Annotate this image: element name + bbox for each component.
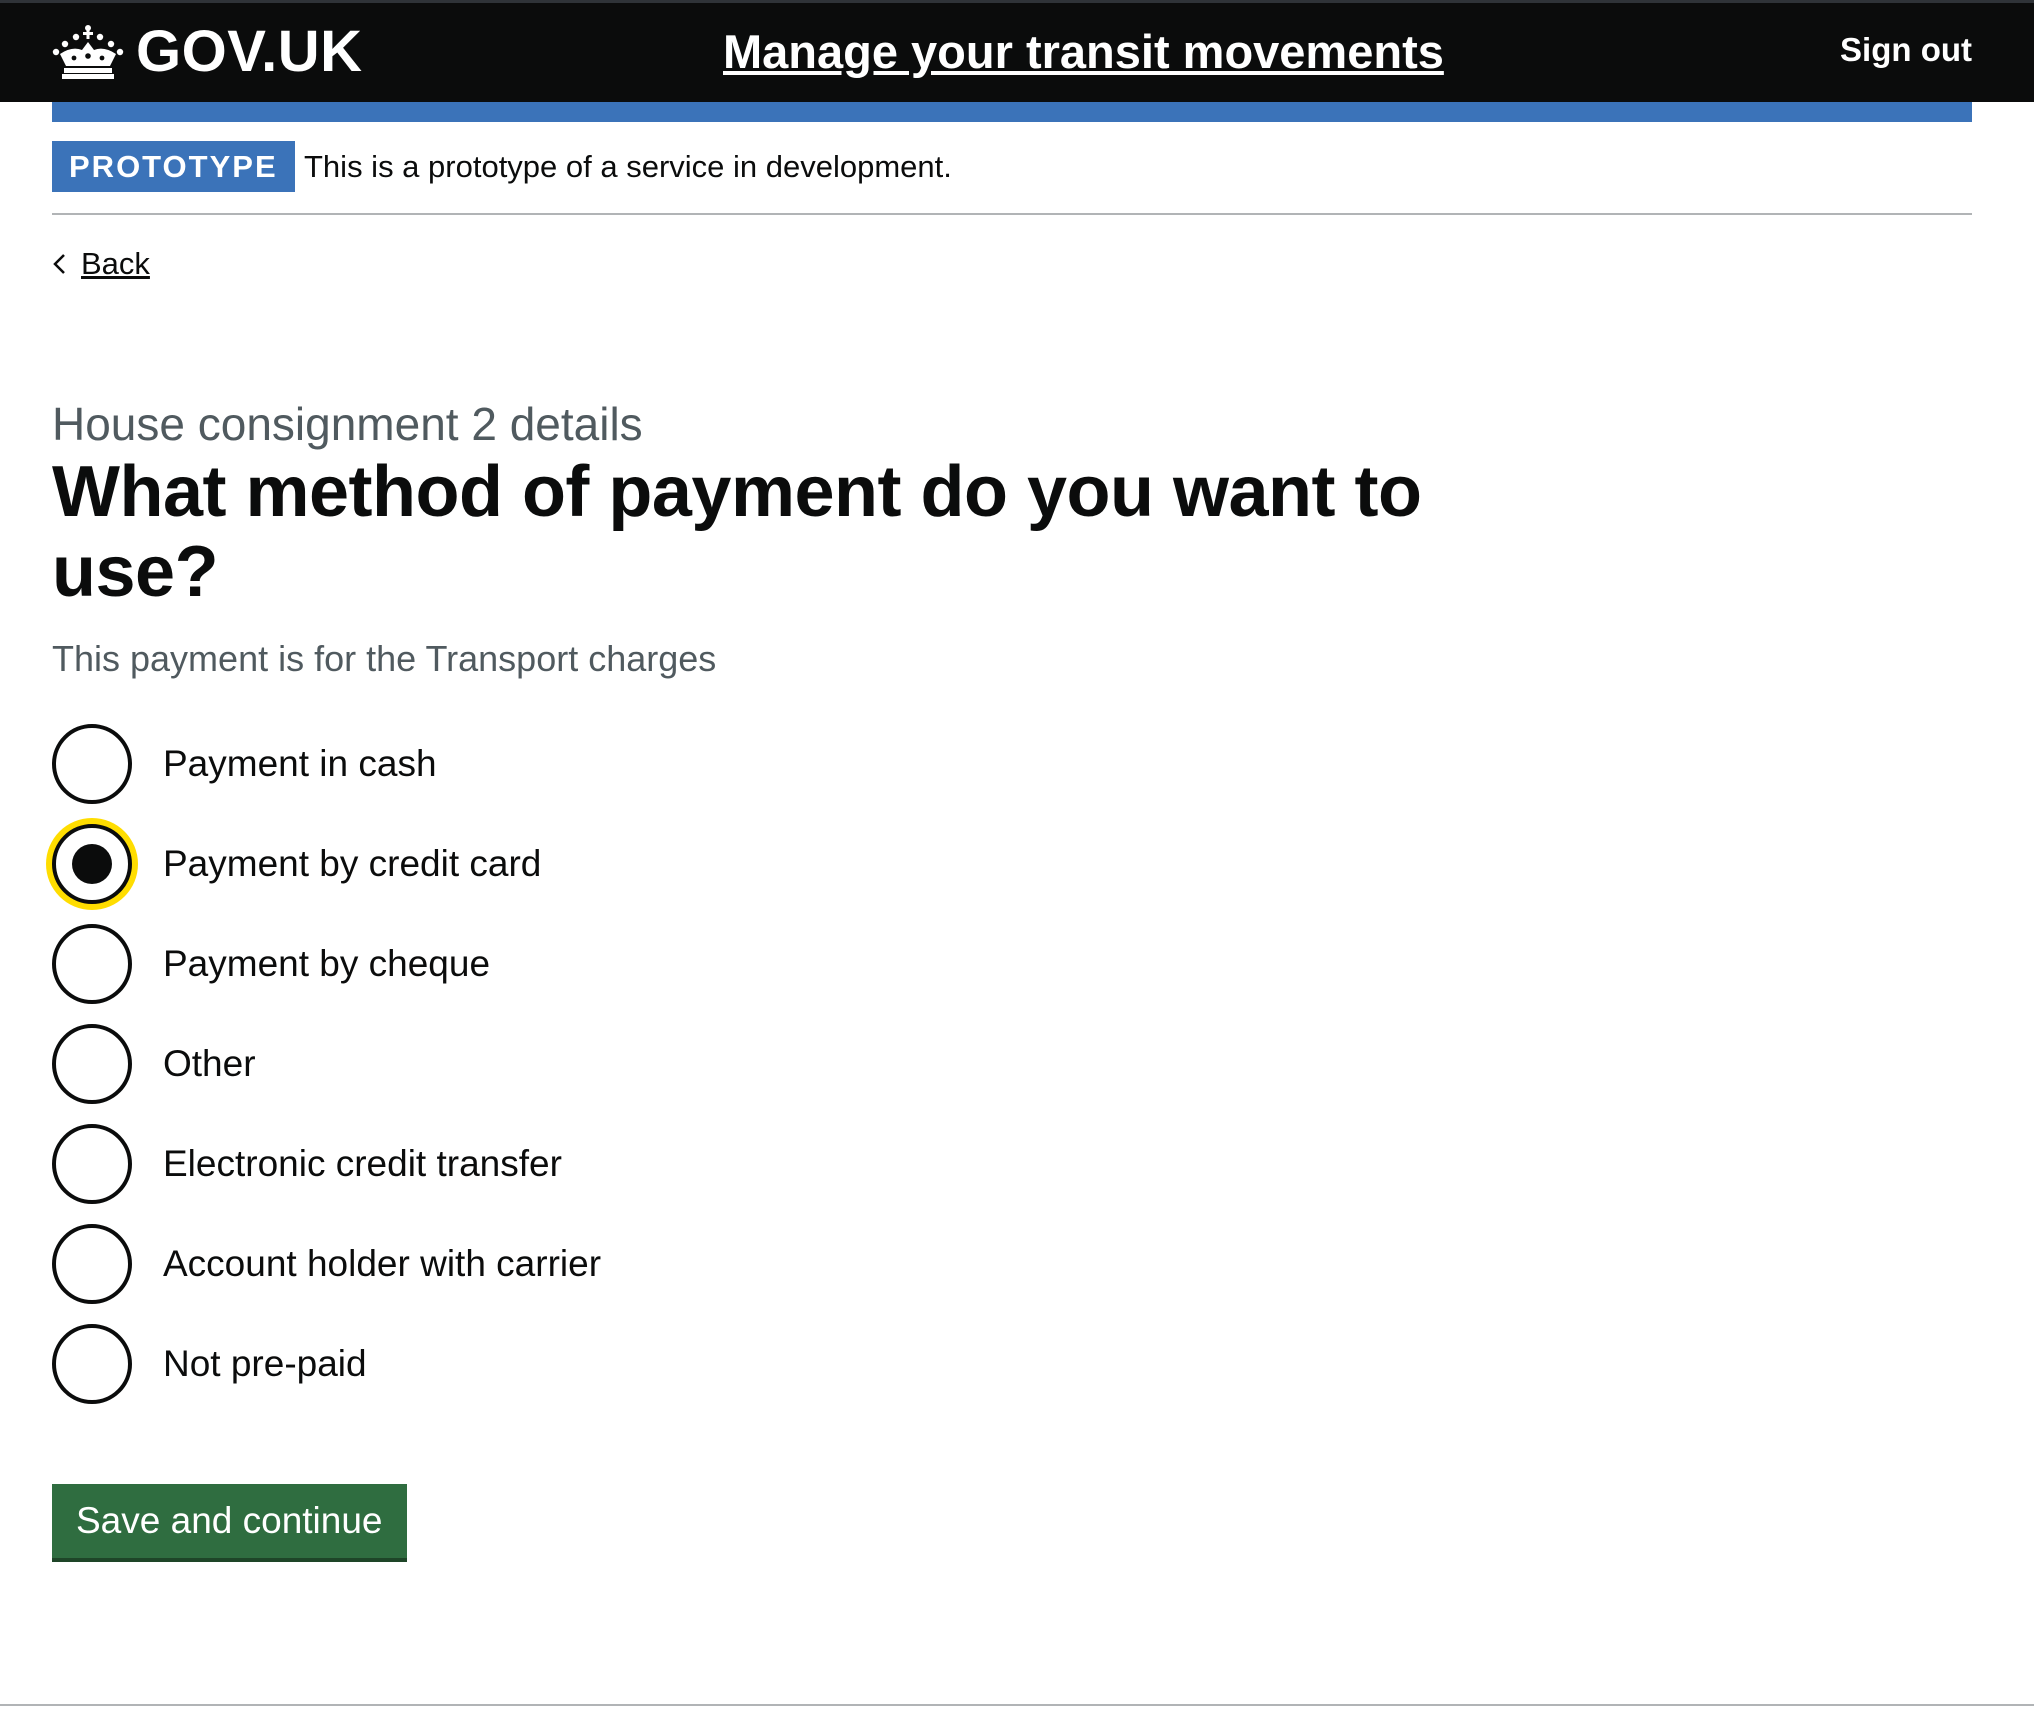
service-name-link[interactable]: Manage your transit movements bbox=[723, 22, 1444, 82]
header-blue-bar bbox=[52, 102, 1972, 122]
phase-banner-text: This is a prototype of a service in deve… bbox=[304, 149, 952, 184]
radio-button[interactable] bbox=[52, 1024, 132, 1104]
radio-button[interactable] bbox=[52, 724, 132, 804]
back-link[interactable]: Back bbox=[52, 240, 150, 288]
radio-label[interactable]: Payment by credit card bbox=[163, 840, 541, 888]
sign-out-link[interactable]: Sign out bbox=[1840, 28, 1972, 72]
radio-label[interactable]: Payment by cheque bbox=[163, 940, 490, 988]
question-hint: This payment is for the Transport charge… bbox=[52, 638, 717, 679]
page-title: What method of payment do you want to us… bbox=[52, 452, 1422, 612]
govuk-logo-text: GOV.UK bbox=[136, 19, 363, 84]
radio-label[interactable]: Payment in cash bbox=[163, 740, 437, 788]
radio-option-electronic-credit-transfer[interactable]: Electronic credit transfer bbox=[52, 1124, 1252, 1204]
radio-button[interactable] bbox=[52, 1224, 132, 1304]
back-link-label: Back bbox=[81, 246, 150, 281]
radio-option-other[interactable]: Other bbox=[52, 1024, 1252, 1104]
radio-label[interactable]: Not pre-paid bbox=[163, 1340, 367, 1388]
payment-method-radios: Payment in cash Payment by credit card P… bbox=[52, 724, 1252, 1424]
radio-option-not-pre-paid[interactable]: Not pre-paid bbox=[52, 1324, 1252, 1404]
radio-option-payment-by-credit-card[interactable]: Payment by credit card bbox=[52, 824, 1252, 904]
radio-label[interactable]: Electronic credit transfer bbox=[163, 1140, 562, 1188]
header-top-border bbox=[0, 0, 2034, 3]
radio-label[interactable]: Account holder with carrier bbox=[163, 1240, 601, 1288]
chevron-left-icon bbox=[53, 254, 65, 274]
radio-button[interactable] bbox=[52, 1124, 132, 1204]
crown-icon bbox=[52, 25, 124, 79]
radio-selected-dot bbox=[72, 844, 112, 884]
save-and-continue-button[interactable]: Save and continue bbox=[52, 1484, 407, 1558]
radio-label[interactable]: Other bbox=[163, 1040, 256, 1088]
radio-option-payment-by-cheque[interactable]: Payment by cheque bbox=[52, 924, 1252, 1004]
site-header: GOV.UK Manage your transit movements Sig… bbox=[0, 0, 2034, 102]
radio-button-selected[interactable] bbox=[52, 824, 132, 904]
radio-option-account-holder-with-carrier[interactable]: Account holder with carrier bbox=[52, 1224, 1252, 1304]
radio-button[interactable] bbox=[52, 1324, 132, 1404]
radio-button[interactable] bbox=[52, 924, 132, 1004]
phase-tag: PROTOTYPE bbox=[52, 141, 295, 192]
phase-banner: PROTOTYPE This is a prototype of a servi… bbox=[52, 141, 1972, 215]
radio-option-payment-in-cash[interactable]: Payment in cash bbox=[52, 724, 1252, 804]
footer-divider bbox=[0, 1704, 2034, 1706]
govuk-logo-link[interactable]: GOV.UK bbox=[52, 18, 362, 86]
page-caption: House consignment 2 details bbox=[52, 398, 643, 450]
